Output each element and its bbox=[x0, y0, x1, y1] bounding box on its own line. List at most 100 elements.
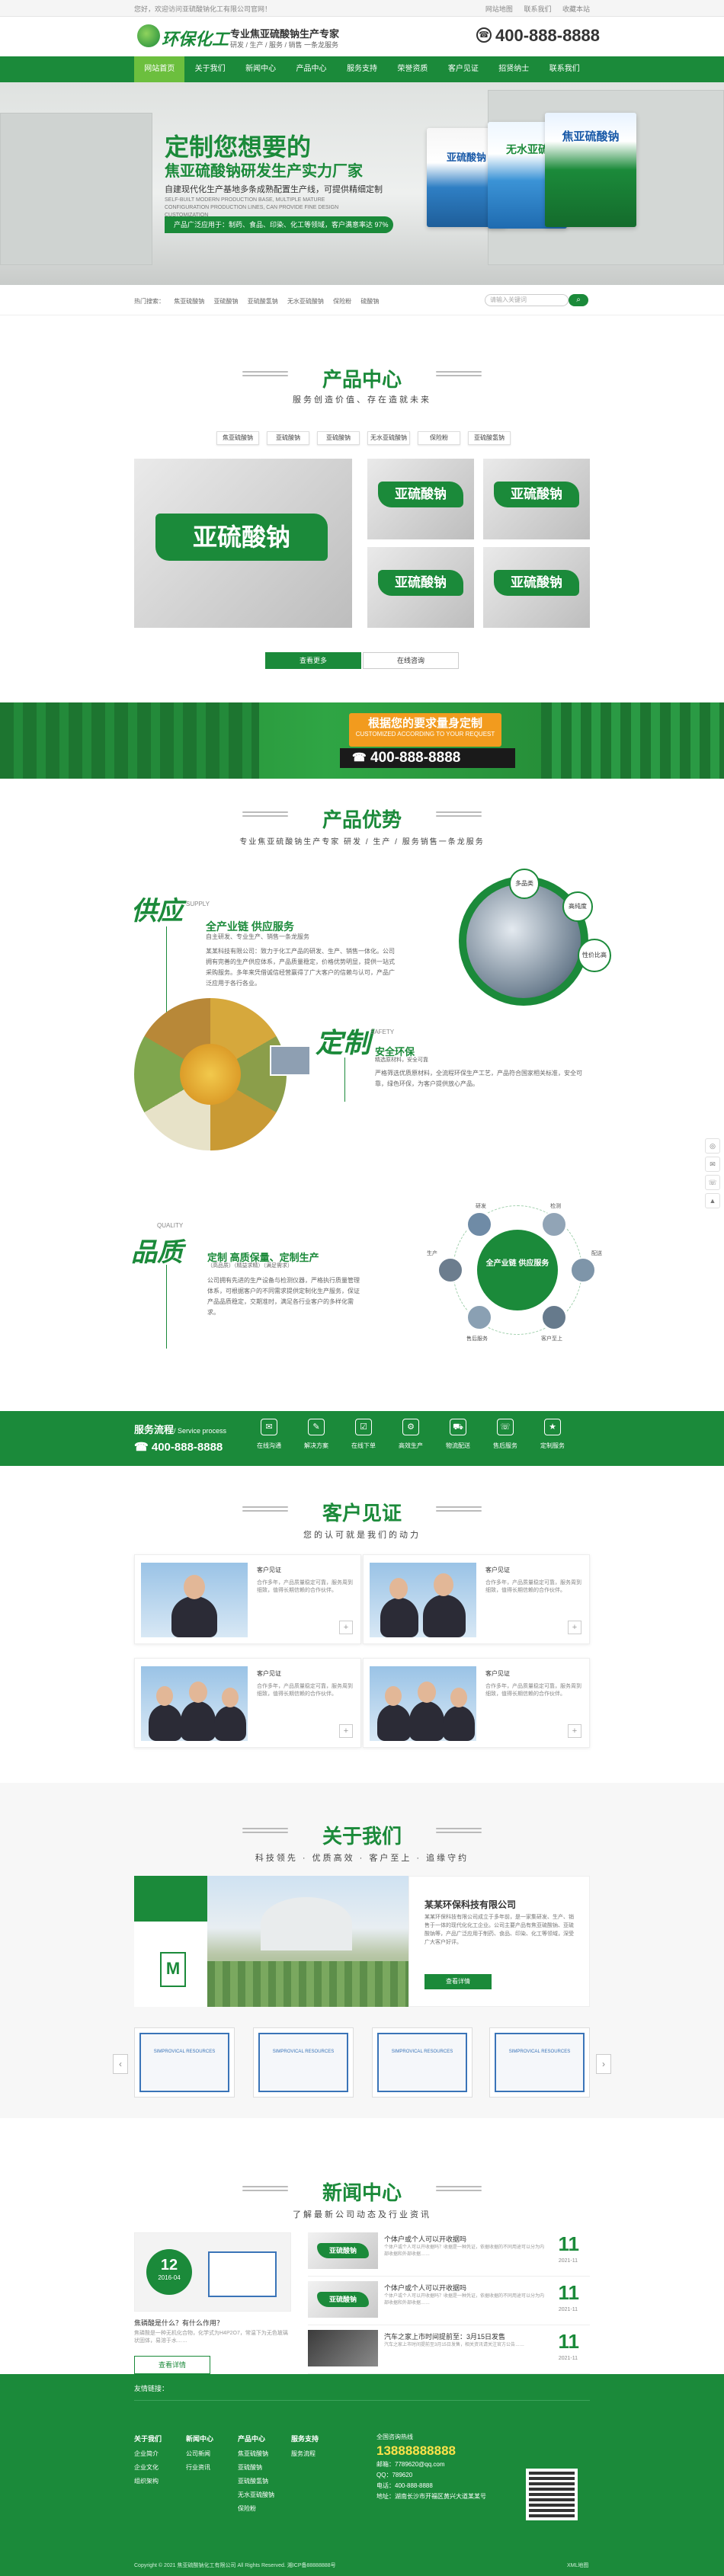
hot-search-item[interactable]: 亚硫酸氢钠 bbox=[248, 298, 278, 305]
news-item[interactable]: 亚硫酸钠 个体户或个人可以开收据吗 个体户或个人可以开收据吗？收据是一种凭证，依… bbox=[308, 2228, 590, 2277]
logo-icon[interactable] bbox=[137, 24, 160, 47]
truck-icon: ⛟ bbox=[450, 1419, 466, 1435]
product-tab[interactable]: 亚硫酸钠 bbox=[317, 431, 360, 445]
news-feature[interactable]: 12 2016-04 焦磷酸是什么？有什么作用？ 焦磷酸是一种无机化合物，化学式… bbox=[134, 2232, 291, 2382]
product-image[interactable]: 亚硫酸钠 bbox=[483, 459, 590, 539]
footer-link[interactable]: 组织架构 bbox=[134, 2475, 162, 2488]
service-step-label: 售后服务 bbox=[493, 1442, 517, 1449]
service-step[interactable]: ✉ 在线沟通 bbox=[248, 1419, 290, 1450]
chain-node-image bbox=[541, 1304, 567, 1330]
service-step[interactable]: ⚙ 高效生产 bbox=[389, 1419, 432, 1450]
service-step[interactable]: ✎ 解决方案 bbox=[295, 1419, 338, 1450]
testimonial-card[interactable]: 客户见证 合作多年，产品质量稳定可靠，服务周到细致，值得长期信赖的合作伙伴。 + bbox=[363, 1554, 590, 1644]
side-qq-icon[interactable]: ◎ bbox=[705, 1138, 720, 1154]
nav-contact[interactable]: 联系我们 bbox=[540, 56, 590, 82]
favorite-link[interactable]: 收藏本站 bbox=[562, 5, 590, 13]
certificate[interactable]: SIMPROVICAL RESOURCES bbox=[372, 2027, 473, 2098]
footer-link[interactable]: 保险粉 bbox=[238, 2502, 274, 2516]
footer-link[interactable]: 企业简介 bbox=[134, 2447, 162, 2461]
side-phone-icon[interactable]: ☏ bbox=[705, 1175, 720, 1190]
service-step[interactable]: ☑ 在线下单 bbox=[342, 1419, 385, 1450]
footer-col-head[interactable]: 产品中心 bbox=[238, 2432, 274, 2446]
news-item-day: 11 bbox=[558, 2330, 580, 2353]
factory-building bbox=[0, 113, 152, 265]
nav-products[interactable]: 产品中心 bbox=[286, 56, 336, 82]
service-step[interactable]: ⛟ 物流配送 bbox=[437, 1419, 479, 1450]
footer-link[interactable]: 无水亚硫酸钠 bbox=[238, 2488, 274, 2502]
contact-link[interactable]: 联系我们 bbox=[524, 5, 551, 13]
product-tab[interactable]: 亚硫酸氢钠 bbox=[468, 431, 511, 445]
hot-search-item[interactable]: 无水亚硫酸钠 bbox=[287, 298, 324, 305]
plus-icon[interactable]: + bbox=[568, 1621, 581, 1634]
hot-search-item[interactable]: 硫酸钠 bbox=[360, 298, 379, 305]
certificate[interactable]: SIMPROVICAL RESOURCES bbox=[489, 2027, 590, 2098]
nav-about[interactable]: 关于我们 bbox=[184, 56, 235, 82]
person-body bbox=[380, 1598, 418, 1637]
plus-icon[interactable]: + bbox=[339, 1621, 353, 1634]
support-icon: ☏ bbox=[497, 1419, 514, 1435]
consult-button[interactable]: 在线咨询 bbox=[363, 652, 459, 669]
plus-icon[interactable]: + bbox=[568, 1724, 581, 1738]
prev-arrow-icon[interactable]: ‹ bbox=[113, 2054, 128, 2074]
plus-icon[interactable]: + bbox=[339, 1724, 353, 1738]
search-icon[interactable]: ⌕ bbox=[569, 294, 588, 306]
certificate-frame: SIMPROVICAL RESOURCES bbox=[258, 2033, 348, 2092]
footer-link[interactable]: 亚硫酸钠 bbox=[238, 2461, 274, 2475]
person-head bbox=[189, 1682, 207, 1703]
news-item-title[interactable]: 个体户或个人可以开收据吗 bbox=[384, 2234, 466, 2244]
news-detail-button[interactable]: 查看详情 bbox=[134, 2356, 210, 2374]
news-item-title[interactable]: 汽车之家上市时间提前至：3月15日发售 bbox=[384, 2331, 505, 2341]
logo[interactable]: 环保化工 bbox=[162, 26, 229, 50]
testimonial-card[interactable]: 客户见证 合作多年，产品质量稳定可靠，服务周到细致，值得长期信赖的合作伙伴。 + bbox=[134, 1554, 361, 1644]
product-tab[interactable]: 保险粉 bbox=[418, 431, 460, 445]
product-tab[interactable]: 焦亚硫酸钠 bbox=[216, 431, 259, 445]
product-image[interactable]: 亚硫酸钠 bbox=[367, 459, 474, 539]
product-image-large[interactable]: 亚硫酸钠 bbox=[134, 459, 352, 628]
news-item[interactable]: 汽车之家上市时间提前至：3月15日发售 汽车之家上市时间提前至3月15日发售，相… bbox=[308, 2325, 590, 2374]
news-date-day: 12 bbox=[160, 2257, 178, 2274]
sitemap-link[interactable]: 网站地图 bbox=[485, 5, 513, 13]
footer-link[interactable]: 公司新闻 bbox=[186, 2447, 213, 2461]
testimonial-card[interactable]: 客户见证 合作多年，产品质量稳定可靠，服务周到细致，值得长期信赖的合作伙伴。 + bbox=[134, 1658, 361, 1748]
hot-search-item[interactable]: 保险粉 bbox=[333, 298, 351, 305]
nav-testimonials[interactable]: 客户见证 bbox=[438, 56, 489, 82]
side-top-icon[interactable]: ▲ bbox=[705, 1193, 720, 1208]
news-item[interactable]: 亚硫酸钠 个体户或个人可以开收据吗 个体户或个人可以开收据吗？收据是一种凭证，依… bbox=[308, 2277, 590, 2325]
safety-en: SAFETY bbox=[370, 1029, 395, 1035]
service-step[interactable]: ☏ 售后服务 bbox=[484, 1419, 527, 1450]
product-image[interactable]: 亚硫酸钠 bbox=[367, 547, 474, 628]
testimonial-name: 客户见证 bbox=[257, 1670, 281, 1677]
footer-col-head[interactable]: 关于我们 bbox=[134, 2432, 162, 2446]
nav-service[interactable]: 服务支持 bbox=[337, 56, 387, 82]
next-arrow-icon[interactable]: › bbox=[596, 2054, 611, 2074]
hot-search-item[interactable]: 亚硫酸钠 bbox=[213, 298, 238, 305]
side-chat-icon[interactable]: ✉ bbox=[705, 1157, 720, 1172]
certificate[interactable]: SIMPROVICAL RESOURCES bbox=[253, 2027, 354, 2098]
footer-link[interactable]: 焦亚硫酸钠 bbox=[238, 2447, 274, 2461]
news-item-title[interactable]: 个体户或个人可以开收据吗 bbox=[384, 2283, 466, 2293]
search-input[interactable]: 请输入关键词 bbox=[485, 294, 569, 306]
nav-news[interactable]: 新闻中心 bbox=[235, 56, 286, 82]
product-image[interactable]: 亚硫酸钠 bbox=[483, 547, 590, 628]
footer-link[interactable]: 亚硫酸氢钠 bbox=[238, 2475, 274, 2488]
nav-honors[interactable]: 荣誉资质 bbox=[387, 56, 437, 82]
view-more-button[interactable]: 查看更多 bbox=[265, 652, 361, 669]
hot-search-item[interactable]: 焦亚硫酸钠 bbox=[174, 298, 204, 305]
about-more-button[interactable]: 查看详情 bbox=[424, 1974, 492, 1989]
certificate[interactable]: SIMPROVICAL RESOURCES bbox=[134, 2027, 235, 2098]
footer-link[interactable]: 企业文化 bbox=[134, 2461, 162, 2475]
testimonial-card[interactable]: 客户见证 合作多年，产品质量稳定可靠，服务周到细致，值得长期信赖的合作伙伴。 + bbox=[363, 1658, 590, 1748]
footer-col-head[interactable]: 服务支持 bbox=[291, 2432, 319, 2446]
service-step[interactable]: ★ 定制服务 bbox=[531, 1419, 574, 1450]
nav-home[interactable]: 网站首页 bbox=[134, 56, 185, 82]
product-tabs: 焦亚硫酸钠 亚硫酸钠 亚硫酸钠 无水亚硫酸钠 保险粉 亚硫酸氢钠 bbox=[216, 431, 518, 445]
footer-link[interactable]: 服务流程 bbox=[291, 2447, 319, 2461]
news-feature-title[interactable]: 焦磷酸是什么？有什么作用？ bbox=[134, 2318, 223, 2328]
sitemap-xml-link[interactable]: XML地图 bbox=[567, 2562, 588, 2569]
footer-col-head[interactable]: 新闻中心 bbox=[186, 2432, 213, 2446]
nav-jobs[interactable]: 招贤纳士 bbox=[489, 56, 539, 82]
product-tab[interactable]: 无水亚硫酸钠 bbox=[367, 431, 410, 445]
footer-link[interactable]: 行业资讯 bbox=[186, 2461, 213, 2475]
feature-bubble: 性价比高 bbox=[578, 939, 611, 972]
product-tab[interactable]: 亚硫酸钠 bbox=[267, 431, 309, 445]
